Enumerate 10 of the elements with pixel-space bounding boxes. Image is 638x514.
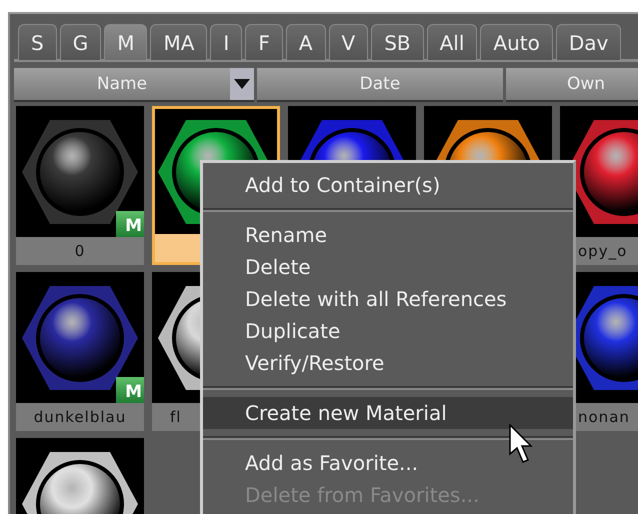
material-badge: M <box>116 377 144 403</box>
material-name: nonan <box>578 407 630 428</box>
material-name: dunkelblau <box>34 407 126 428</box>
material-name: opy_o <box>578 241 628 262</box>
column-header-label: Name <box>96 73 148 96</box>
material-name: fl <box>170 407 182 428</box>
material-name: 0 <box>74 241 86 262</box>
column-header-label: Own <box>566 73 606 96</box>
material-badge: M <box>116 211 144 237</box>
column-header-label: Date <box>358 73 402 96</box>
